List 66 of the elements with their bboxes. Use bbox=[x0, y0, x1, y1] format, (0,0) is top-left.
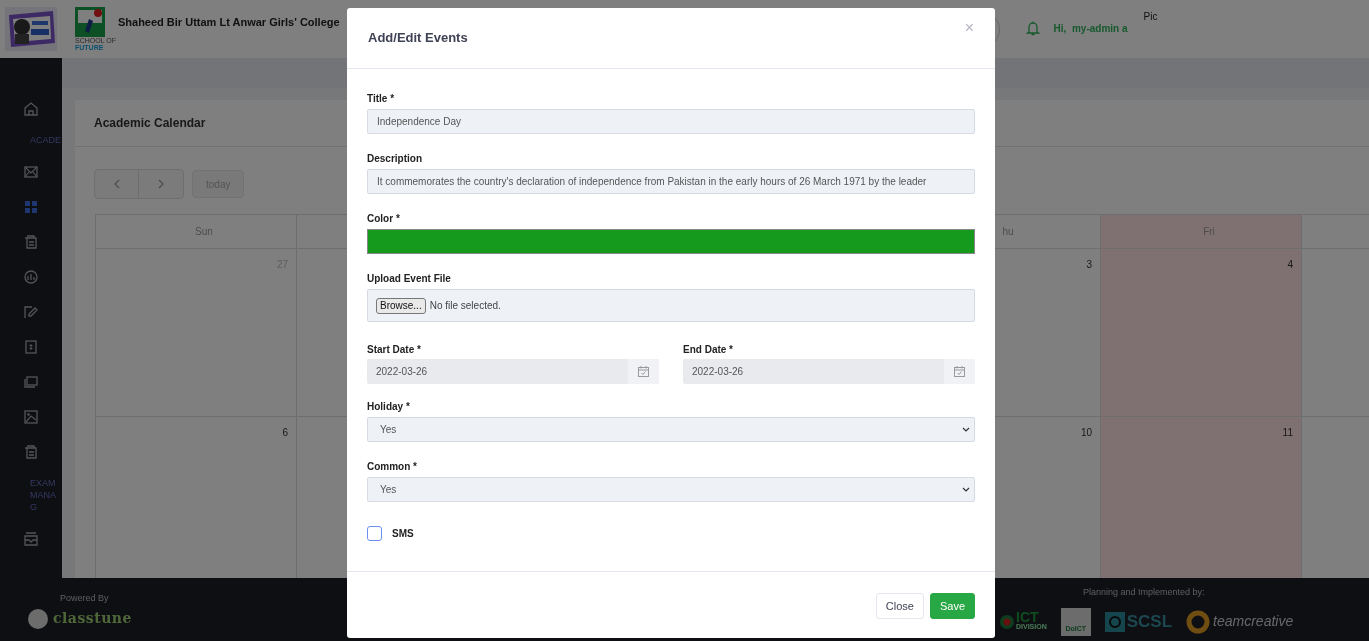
save-button[interactable]: Save bbox=[929, 593, 975, 619]
edit-icon[interactable] bbox=[23, 303, 39, 320]
image-icon[interactable] bbox=[23, 408, 39, 425]
day-number: 6 bbox=[282, 426, 288, 440]
calendar-icon[interactable] bbox=[638, 366, 649, 377]
section-label: EXAM MANAG bbox=[30, 477, 57, 513]
notification-bell-icon[interactable] bbox=[1025, 20, 1040, 36]
color-picker[interactable] bbox=[367, 229, 975, 254]
brand-name: classtune bbox=[53, 609, 132, 628]
school-name: Shaheed Bir Uttam Lt Anwar Girls' College bbox=[117, 14, 340, 30]
ring-logo-icon bbox=[1186, 609, 1211, 634]
chevron-down-icon bbox=[962, 427, 970, 432]
day-number: 3 bbox=[1086, 258, 1092, 272]
planning-label: Planning and Implemented by: bbox=[1083, 586, 1206, 599]
date-field[interactable]: 2022-03-26 bbox=[367, 359, 659, 384]
emblem-icon bbox=[1104, 611, 1125, 632]
dollar-icon[interactable] bbox=[23, 338, 39, 355]
screens-icon[interactable] bbox=[23, 373, 39, 390]
field-label: Color * bbox=[367, 212, 401, 225]
field-label: Description bbox=[367, 152, 423, 165]
calendar-icon[interactable] bbox=[954, 366, 965, 377]
flag-emblem-icon bbox=[1000, 614, 1014, 629]
documents-icon[interactable] bbox=[23, 233, 39, 250]
partner-logo-text: SCSL bbox=[1126, 610, 1173, 633]
field-label: Title * bbox=[367, 92, 396, 105]
text-field[interactable]: It commemorates the country's declaration of independence from Pakistan in the early hours of 26 March 1971 by the leader bbox=[367, 169, 975, 194]
documents-icon[interactable] bbox=[23, 443, 39, 460]
date-field[interactable]: 2022-03-26 bbox=[683, 359, 975, 384]
field-label: Common * bbox=[367, 460, 418, 473]
grid-icon[interactable] bbox=[23, 198, 39, 215]
select-field[interactable]: Yes bbox=[367, 417, 975, 442]
chevron-down-icon bbox=[962, 487, 970, 492]
inbox-tray-icon[interactable] bbox=[23, 530, 39, 547]
select-value: Yes bbox=[380, 423, 397, 437]
field-label: End Date * bbox=[683, 343, 734, 356]
select-value: Yes bbox=[380, 483, 397, 497]
home-icon[interactable] bbox=[23, 100, 39, 117]
modal-title: Add/Edit Events bbox=[368, 29, 468, 48]
chevron-left-icon bbox=[113, 179, 120, 189]
text-field[interactable]: Independence Day bbox=[367, 109, 975, 134]
checkbox-label: SMS bbox=[392, 527, 414, 541]
day-cell[interactable]: 4 bbox=[1101, 249, 1302, 417]
day-number: 4 bbox=[1287, 258, 1293, 272]
partner-logo-text: ICT bbox=[1016, 611, 1039, 622]
partner-logo-text: teamcreative bbox=[1213, 612, 1294, 631]
field-label: Holiday * bbox=[367, 400, 411, 413]
field-label: Start Date * bbox=[367, 343, 422, 356]
smiley-logo-icon bbox=[27, 607, 49, 630]
file-input[interactable]: Browse... No file selected. bbox=[367, 289, 975, 322]
file-status: No file selected. bbox=[429, 299, 501, 313]
date-value: 2022-03-26 bbox=[375, 365, 429, 379]
field-label: Upload Event File bbox=[367, 272, 452, 285]
day-number: 10 bbox=[1080, 426, 1092, 440]
section-label: ACADE bbox=[30, 134, 62, 146]
close-button[interactable]: Close bbox=[875, 593, 924, 619]
select-field[interactable]: Yes bbox=[367, 477, 975, 502]
powered-by-label: Powered By bbox=[60, 592, 110, 605]
browse-button[interactable]: Browse... bbox=[376, 297, 426, 314]
envelope-icon[interactable] bbox=[23, 163, 39, 180]
day-number: 11 bbox=[1282, 426, 1293, 440]
checkbox[interactable] bbox=[367, 526, 382, 541]
profile-picture[interactable]: Pic bbox=[1143, 9, 1158, 24]
date-value: 2022-03-26 bbox=[691, 365, 745, 379]
chevron-right-icon bbox=[158, 179, 164, 189]
navigation-button-group[interactable] bbox=[94, 169, 184, 199]
chart-icon[interactable] bbox=[23, 268, 39, 285]
